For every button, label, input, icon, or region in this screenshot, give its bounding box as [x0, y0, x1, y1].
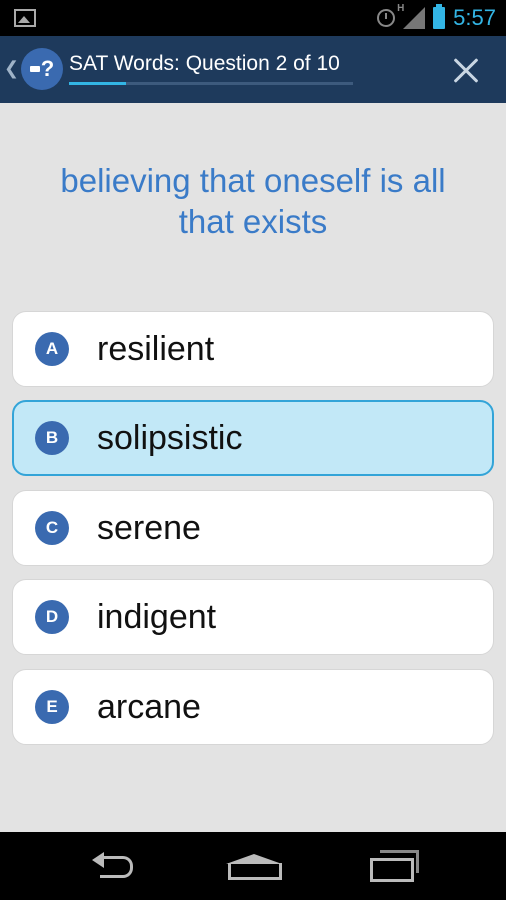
back-chevron-icon[interactable]: ❮	[4, 58, 19, 79]
back-icon[interactable]	[90, 852, 136, 880]
answer-label: indigent	[97, 597, 217, 636]
close-icon[interactable]	[448, 52, 484, 88]
recent-apps-icon[interactable]	[370, 850, 420, 882]
app-logo-icon[interactable]: ?	[21, 48, 63, 90]
answer-option-a[interactable]: A resilient	[12, 311, 494, 387]
status-time: 5:57	[453, 5, 496, 30]
answer-option-b[interactable]: B solipsistic	[12, 400, 494, 476]
answer-label: serene	[97, 508, 201, 547]
answer-letter-badge: D	[35, 600, 69, 634]
action-bar: ❮ ? SAT Words: Question 2 of 10	[0, 36, 506, 103]
answer-letter-badge: E	[35, 690, 69, 724]
quiz-title: SAT Words: Question 2 of 10	[69, 52, 340, 75]
signal-icon: H	[397, 3, 426, 29]
quiz-progress-bar	[69, 82, 353, 85]
battery-icon	[433, 4, 446, 29]
answer-label: resilient	[97, 329, 215, 368]
answer-option-c[interactable]: C serene	[12, 490, 494, 566]
answer-letter-badge: A	[35, 332, 69, 366]
navigation-bar	[0, 832, 506, 900]
answer-label: arcane	[97, 687, 201, 726]
answer-option-e[interactable]: E arcane	[12, 669, 494, 745]
answer-option-d[interactable]: D indigent	[12, 579, 494, 655]
image-icon	[14, 9, 36, 27]
status-bar: H 5:57	[0, 0, 506, 36]
question-text: believing that oneself is all that exist…	[60, 162, 446, 240]
answer-letter-badge: B	[35, 421, 69, 455]
home-icon[interactable]	[226, 854, 282, 880]
alarm-icon	[377, 9, 396, 27]
answer-label: solipsistic	[97, 418, 243, 457]
status-icons: H 5:57	[377, 0, 496, 36]
answer-letter-badge: C	[35, 511, 69, 545]
network-type-label: H	[397, 3, 405, 14]
app-logo-glyph: ?	[40, 56, 55, 81]
quiz-progress-fill	[69, 82, 126, 85]
